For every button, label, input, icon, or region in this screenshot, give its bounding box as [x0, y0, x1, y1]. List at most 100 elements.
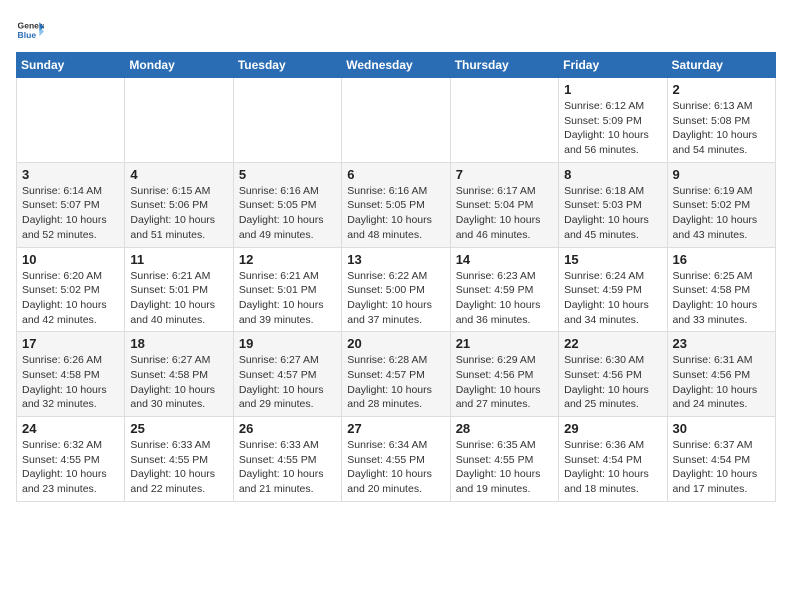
day-number: 4: [130, 167, 227, 182]
svg-text:Blue: Blue: [18, 30, 37, 40]
day-number: 3: [22, 167, 119, 182]
calendar-cell: 24 Sunrise: 6:32 AMSunset: 4:55 PMDayligh…: [17, 417, 125, 502]
day-number: 11: [130, 252, 227, 267]
day-info: Sunrise: 6:23 AMSunset: 4:59 PMDaylight:…: [456, 269, 553, 328]
calendar-cell: 17 Sunrise: 6:26 AMSunset: 4:58 PMDayligh…: [17, 332, 125, 417]
calendar-cell: 18 Sunrise: 6:27 AMSunset: 4:58 PMDayligh…: [125, 332, 233, 417]
day-info: Sunrise: 6:25 AMSunset: 4:58 PMDaylight:…: [673, 269, 770, 328]
day-info: Sunrise: 6:33 AMSunset: 4:55 PMDaylight:…: [239, 438, 336, 497]
calendar-cell: 9 Sunrise: 6:19 AMSunset: 5:02 PMDaylight…: [667, 162, 775, 247]
day-info: Sunrise: 6:35 AMSunset: 4:55 PMDaylight:…: [456, 438, 553, 497]
day-info: Sunrise: 6:19 AMSunset: 5:02 PMDaylight:…: [673, 184, 770, 243]
day-number: 9: [673, 167, 770, 182]
day-info: Sunrise: 6:26 AMSunset: 4:58 PMDaylight:…: [22, 353, 119, 412]
calendar-week-row: 17 Sunrise: 6:26 AMSunset: 4:58 PMDayligh…: [17, 332, 776, 417]
calendar-cell: 27Sunrise: 6:34 AMSunset: 4:55 PMDayligh…: [342, 417, 450, 502]
calendar-cell: 6Sunrise: 6:16 AMSunset: 5:05 PMDaylight…: [342, 162, 450, 247]
calendar-cell: 20 Sunrise: 6:28 AMSunset: 4:57 PMDayligh…: [342, 332, 450, 417]
day-info: Sunrise: 6:31 AMSunset: 4:56 PMDaylight:…: [673, 353, 770, 412]
day-number: 28: [456, 421, 553, 436]
calendar-cell: 23 Sunrise: 6:31 AMSunset: 4:56 PMDayligh…: [667, 332, 775, 417]
day-info: Sunrise: 6:13 AMSunset: 5:08 PMDaylight:…: [673, 99, 770, 158]
page-header: General Blue: [16, 16, 776, 44]
day-number: 6: [347, 167, 444, 182]
weekday-header: Friday: [559, 53, 667, 78]
day-number: 13: [347, 252, 444, 267]
day-number: 21: [456, 336, 553, 351]
day-info: Sunrise: 6:28 AMSunset: 4:57 PMDaylight:…: [347, 353, 444, 412]
day-info: Sunrise: 6:36 AMSunset: 4:54 PMDaylight:…: [564, 438, 661, 497]
calendar-table: SundayMondayTuesdayWednesdayThursdayFrid…: [16, 52, 776, 502]
day-info: Sunrise: 6:20 AMSunset: 5:02 PMDaylight:…: [22, 269, 119, 328]
day-number: 8: [564, 167, 661, 182]
calendar-cell: [17, 78, 125, 163]
calendar-week-row: 3 Sunrise: 6:14 AMSunset: 5:07 PMDaylight…: [17, 162, 776, 247]
day-info: Sunrise: 6:18 AMSunset: 5:03 PMDaylight:…: [564, 184, 661, 243]
weekday-header: Saturday: [667, 53, 775, 78]
day-info: Sunrise: 6:16 AMSunset: 5:05 PMDaylight:…: [239, 184, 336, 243]
calendar-week-row: 10 Sunrise: 6:20 AMSunset: 5:02 PMDayligh…: [17, 247, 776, 332]
day-info: Sunrise: 6:22 AMSunset: 5:00 PMDaylight:…: [347, 269, 444, 328]
day-info: Sunrise: 6:34 AMSunset: 4:55 PMDaylight:…: [347, 438, 444, 497]
day-number: 23: [673, 336, 770, 351]
day-number: 19: [239, 336, 336, 351]
day-number: 14: [456, 252, 553, 267]
day-number: 10: [22, 252, 119, 267]
day-info: Sunrise: 6:30 AMSunset: 4:56 PMDaylight:…: [564, 353, 661, 412]
day-info: Sunrise: 6:29 AMSunset: 4:56 PMDaylight:…: [456, 353, 553, 412]
day-info: Sunrise: 6:37 AMSunset: 4:54 PMDaylight:…: [673, 438, 770, 497]
day-number: 24: [22, 421, 119, 436]
weekday-header-row: SundayMondayTuesdayWednesdayThursdayFrid…: [17, 53, 776, 78]
weekday-header: Thursday: [450, 53, 558, 78]
calendar-cell: 2 Sunrise: 6:13 AMSunset: 5:08 PMDaylight…: [667, 78, 775, 163]
day-info: Sunrise: 6:33 AMSunset: 4:55 PMDaylight:…: [130, 438, 227, 497]
day-number: 18: [130, 336, 227, 351]
day-info: Sunrise: 6:12 AMSunset: 5:09 PMDaylight:…: [564, 99, 661, 158]
day-number: 29: [564, 421, 661, 436]
weekday-header: Wednesday: [342, 53, 450, 78]
calendar-cell: 5 Sunrise: 6:16 AMSunset: 5:05 PMDaylight…: [233, 162, 341, 247]
day-number: 5: [239, 167, 336, 182]
calendar-cell: 21 Sunrise: 6:29 AMSunset: 4:56 PMDayligh…: [450, 332, 558, 417]
day-number: 25: [130, 421, 227, 436]
calendar-cell: 30 Sunrise: 6:37 AMSunset: 4:54 PMDayligh…: [667, 417, 775, 502]
day-info: Sunrise: 6:32 AMSunset: 4:55 PMDaylight:…: [22, 438, 119, 497]
calendar-cell: 16Sunrise: 6:25 AMSunset: 4:58 PMDayligh…: [667, 247, 775, 332]
calendar-cell: 10 Sunrise: 6:20 AMSunset: 5:02 PMDayligh…: [17, 247, 125, 332]
day-info: Sunrise: 6:24 AMSunset: 4:59 PMDaylight:…: [564, 269, 661, 328]
day-number: 30: [673, 421, 770, 436]
day-info: Sunrise: 6:21 AMSunset: 5:01 PMDaylight:…: [130, 269, 227, 328]
day-info: Sunrise: 6:14 AMSunset: 5:07 PMDaylight:…: [22, 184, 119, 243]
calendar-cell: 19 Sunrise: 6:27 AMSunset: 4:57 PMDayligh…: [233, 332, 341, 417]
day-info: Sunrise: 6:15 AMSunset: 5:06 PMDaylight:…: [130, 184, 227, 243]
calendar-cell: 29 Sunrise: 6:36 AMSunset: 4:54 PMDayligh…: [559, 417, 667, 502]
day-number: 2: [673, 82, 770, 97]
calendar-week-row: 1 Sunrise: 6:12 AMSunset: 5:09 PMDaylight…: [17, 78, 776, 163]
calendar-cell: 13 Sunrise: 6:22 AMSunset: 5:00 PMDayligh…: [342, 247, 450, 332]
calendar-cell: 15Sunrise: 6:24 AMSunset: 4:59 PMDayligh…: [559, 247, 667, 332]
calendar-cell: 22 Sunrise: 6:30 AMSunset: 4:56 PMDayligh…: [559, 332, 667, 417]
day-info: Sunrise: 6:27 AMSunset: 4:57 PMDaylight:…: [239, 353, 336, 412]
day-info: Sunrise: 6:27 AMSunset: 4:58 PMDaylight:…: [130, 353, 227, 412]
calendar-cell: 11 Sunrise: 6:21 AMSunset: 5:01 PMDayligh…: [125, 247, 233, 332]
day-number: 20: [347, 336, 444, 351]
calendar-cell: 8 Sunrise: 6:18 AMSunset: 5:03 PMDaylight…: [559, 162, 667, 247]
day-info: Sunrise: 6:21 AMSunset: 5:01 PMDaylight:…: [239, 269, 336, 328]
weekday-header: Sunday: [17, 53, 125, 78]
day-number: 22: [564, 336, 661, 351]
calendar-cell: 7Sunrise: 6:17 AMSunset: 5:04 PMDaylight…: [450, 162, 558, 247]
calendar-cell: 28 Sunrise: 6:35 AMSunset: 4:55 PMDayligh…: [450, 417, 558, 502]
calendar-cell: 4 Sunrise: 6:15 AMSunset: 5:06 PMDaylight…: [125, 162, 233, 247]
calendar-cell: 12 Sunrise: 6:21 AMSunset: 5:01 PMDayligh…: [233, 247, 341, 332]
day-number: 1: [564, 82, 661, 97]
calendar-week-row: 24 Sunrise: 6:32 AMSunset: 4:55 PMDayligh…: [17, 417, 776, 502]
day-number: 7: [456, 167, 553, 182]
calendar-cell: 26Sunrise: 6:33 AMSunset: 4:55 PMDayligh…: [233, 417, 341, 502]
logo: General Blue: [16, 16, 44, 44]
calendar-cell: [125, 78, 233, 163]
day-number: 12: [239, 252, 336, 267]
weekday-header: Tuesday: [233, 53, 341, 78]
day-number: 17: [22, 336, 119, 351]
calendar-cell: 3 Sunrise: 6:14 AMSunset: 5:07 PMDaylight…: [17, 162, 125, 247]
calendar-cell: [233, 78, 341, 163]
